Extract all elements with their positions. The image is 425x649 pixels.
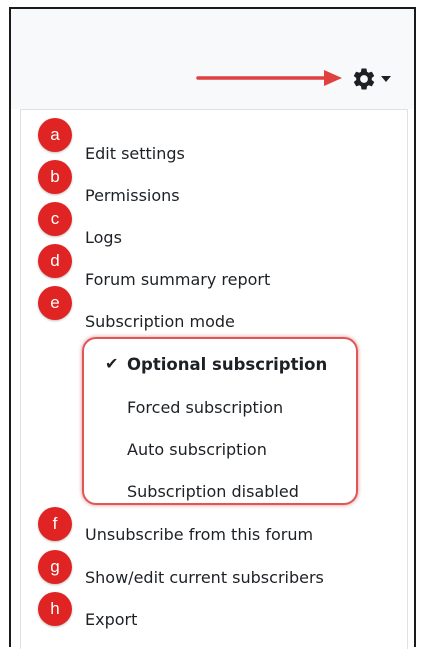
menu-item-label: Show/edit current subscribers bbox=[85, 567, 324, 587]
annotation-badge-b: b bbox=[38, 160, 72, 194]
settings-menu-toggle[interactable] bbox=[351, 64, 401, 94]
header-bar bbox=[11, 9, 414, 109]
menu-item-show-edit-subscribers[interactable]: Show/edit current subscribers bbox=[21, 556, 407, 598]
annotation-badge-g: g bbox=[38, 550, 72, 584]
annotation-badge-e: e bbox=[38, 286, 72, 320]
menu-item-forum-summary-report[interactable]: Forum summary report bbox=[21, 258, 407, 300]
menu-item-edit-settings[interactable]: Edit settings bbox=[21, 132, 407, 174]
menu-item-label: Edit settings bbox=[85, 143, 185, 163]
menu-item-logs[interactable]: Logs bbox=[21, 216, 407, 258]
menu-item-label: Permissions bbox=[85, 185, 180, 205]
annotation-badge-f: f bbox=[38, 507, 72, 541]
screenshot-frame: Edit settings Permissions Logs Forum sum… bbox=[9, 7, 416, 649]
gear-icon bbox=[353, 68, 375, 90]
annotation-badge-a: a bbox=[38, 118, 72, 152]
annotation-badge-d: d bbox=[38, 244, 72, 278]
menu-item-label: Forum summary report bbox=[85, 269, 271, 289]
menu-item-permissions[interactable]: Permissions bbox=[21, 174, 407, 216]
annotation-arrow bbox=[196, 70, 342, 86]
menu-item-label: Export bbox=[85, 609, 138, 629]
menu-item-label: Subscription mode bbox=[85, 311, 235, 331]
menu-item-label: Logs bbox=[85, 227, 122, 247]
menu-item-label: Unsubscribe from this forum bbox=[85, 524, 314, 544]
menu-item-subscription-mode[interactable]: Subscription mode bbox=[21, 300, 407, 342]
menu-item-unsubscribe[interactable]: Unsubscribe from this forum bbox=[21, 513, 407, 555]
menu-item-export[interactable]: Export bbox=[21, 598, 407, 640]
annotation-badge-h: h bbox=[38, 592, 72, 626]
caret-down-icon bbox=[381, 76, 391, 82]
annotation-badge-c: c bbox=[38, 202, 72, 236]
annotation-highlight-box bbox=[82, 337, 358, 505]
